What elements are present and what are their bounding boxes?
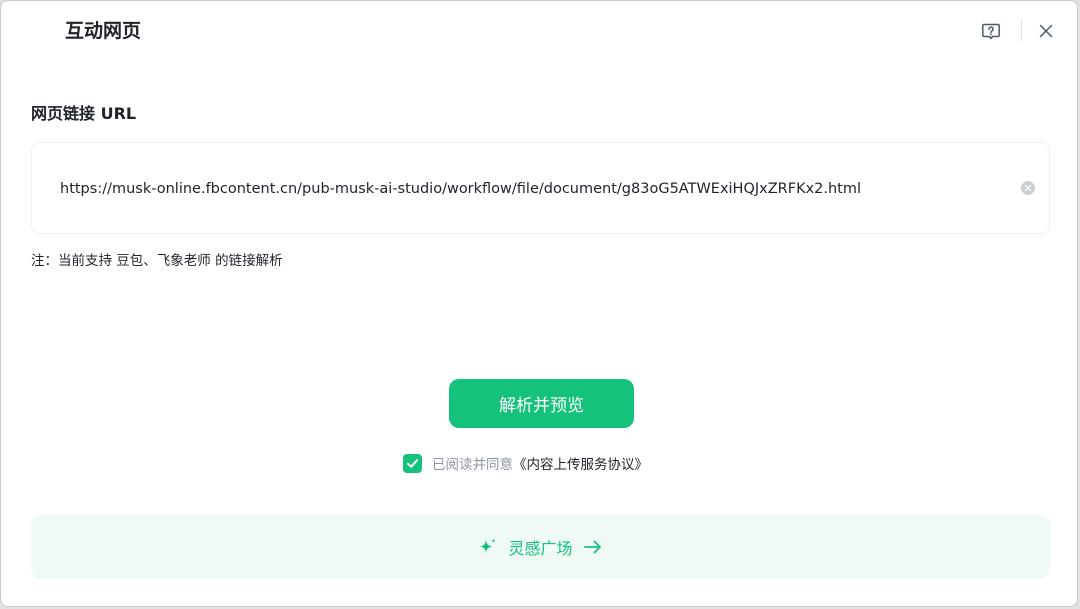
agreement-link[interactable]: 《内容上传服务协议》 — [513, 453, 648, 473]
clear-circle-icon — [1020, 180, 1036, 196]
parse-and-preview-button[interactable]: 解析并预览 — [449, 379, 634, 428]
dialog-title: 互动网页 — [65, 20, 142, 42]
question-help-icon — [981, 21, 1001, 41]
sparkle-icon — [478, 537, 498, 557]
agreement-checkbox[interactable] — [403, 453, 422, 473]
url-section-label: 网页链接 URL — [31, 104, 137, 123]
clear-url-button[interactable] — [1020, 180, 1036, 196]
arrow-right-icon — [583, 539, 603, 555]
inspiration-square-button[interactable]: 灵感广场 — [31, 515, 1050, 579]
support-note: 注：当前支持 豆包、飞象老师 的链接解析 — [31, 253, 283, 269]
inspiration-square-label: 灵感广场 — [508, 539, 573, 558]
help-button[interactable] — [978, 18, 1004, 44]
url-input[interactable] — [60, 177, 1000, 201]
interactive-webpage-dialog: 互动网页 网页链接 URL https://musk-online.fbcont… — [0, 0, 1078, 607]
url-input-container — [31, 142, 1050, 234]
agreement-text: 已阅读并同意 — [432, 457, 513, 473]
agreement-row: 已阅读并同意 《内容上传服务协议》 — [403, 452, 648, 474]
close-button[interactable] — [1033, 18, 1059, 44]
header-divider — [1021, 21, 1022, 41]
checkmark-icon — [406, 457, 419, 470]
header-actions — [978, 17, 1059, 45]
close-icon — [1037, 22, 1055, 40]
